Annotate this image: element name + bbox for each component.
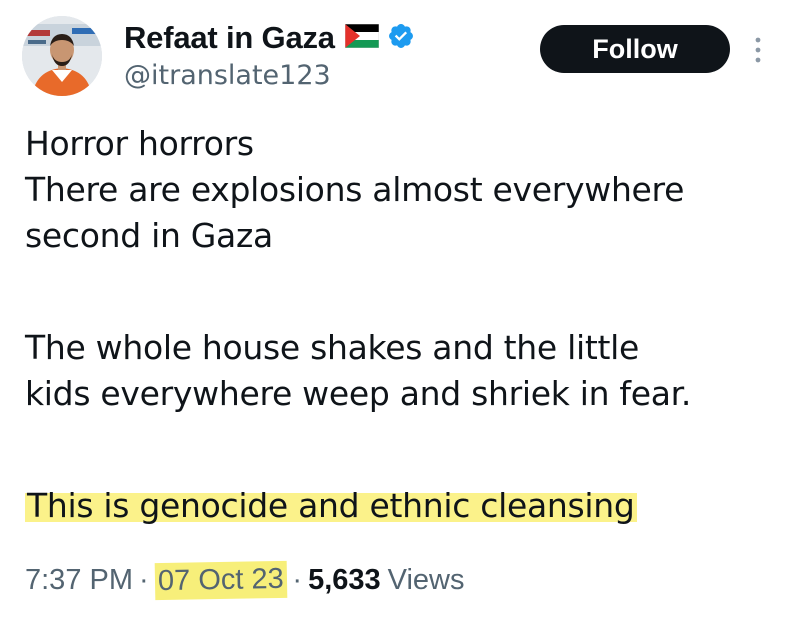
- tweet-line-highlighted: This is genocide and ethnic cleansing: [25, 483, 795, 529]
- tweet-time[interactable]: 7:37 PM: [25, 564, 133, 597]
- palestine-flag-icon: [344, 23, 380, 52]
- views-count[interactable]: 5,633: [308, 564, 381, 597]
- verified-badge-icon: [387, 22, 415, 54]
- more-vertical-icon[interactable]: [752, 36, 764, 64]
- tweet-line: Horror horrors: [25, 124, 254, 163]
- tweet-body: Horror horrors There are explosions almo…: [25, 121, 795, 529]
- user-handle[interactable]: @itranslate123: [124, 60, 331, 91]
- tweet-meta: 7:37 PM · 07 Oct 23 · 5,633 Views: [25, 560, 465, 601]
- tweet-line: kids everywhere weep and shriek in fear.: [25, 374, 692, 413]
- tweet-line: second in Gaza: [25, 216, 273, 255]
- follow-button[interactable]: Follow: [540, 25, 730, 73]
- avatar[interactable]: [22, 16, 102, 96]
- name-row: Refaat in Gaza: [124, 16, 415, 60]
- avatar-image: [22, 16, 102, 96]
- highlighted-text: This is genocide and ethnic cleansing: [25, 486, 637, 525]
- display-name[interactable]: Refaat in Gaza: [124, 20, 335, 56]
- views-label: Views: [387, 564, 465, 596]
- tweet-card: Refaat in Gaza @itranslate123 Follow Hor…: [0, 0, 800, 624]
- meta-separator: ·: [139, 564, 149, 596]
- tweet-line: There are explosions almost everywhere: [25, 170, 685, 209]
- meta-separator: ·: [292, 564, 303, 596]
- tweet-line: The whole house shakes and the little: [25, 328, 639, 367]
- tweet-date[interactable]: 07 Oct 23: [154, 560, 287, 601]
